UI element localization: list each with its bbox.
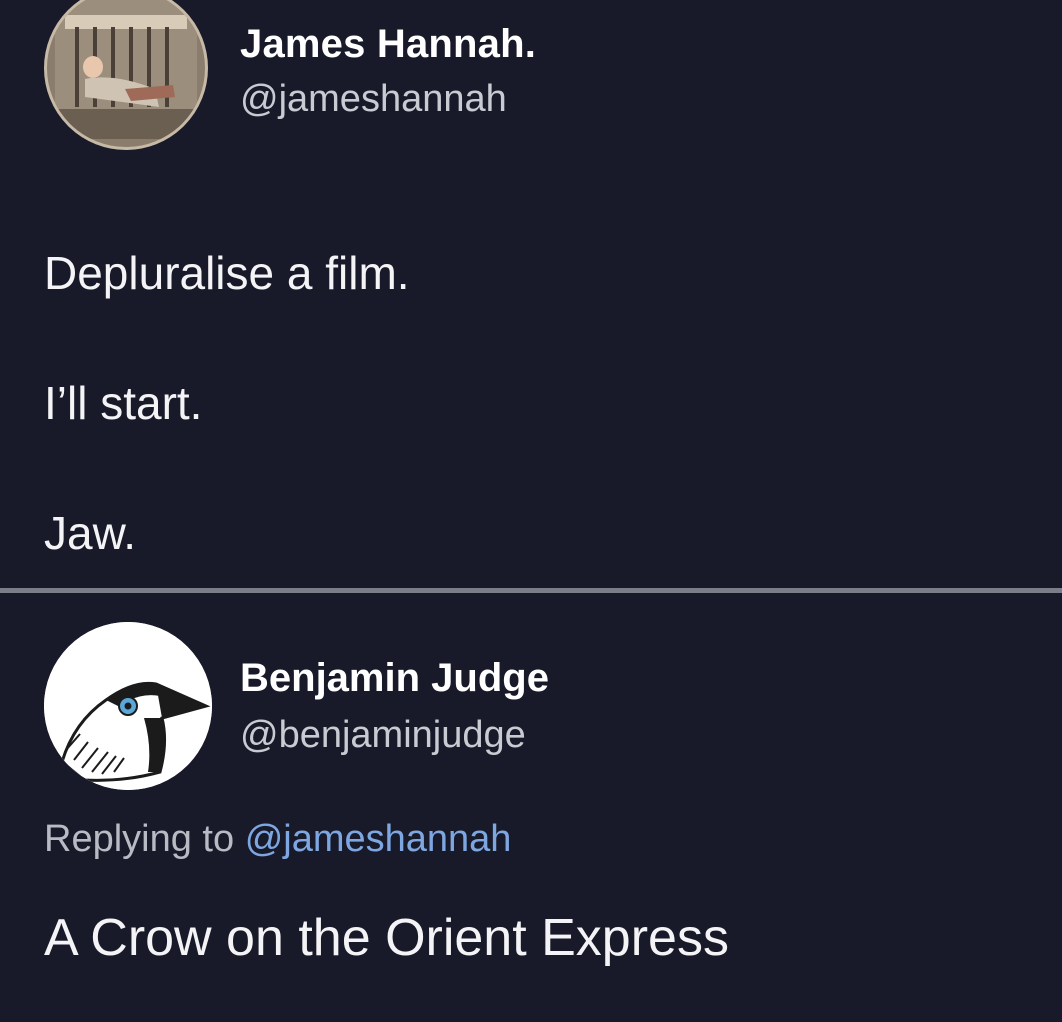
- display-name[interactable]: James Hannah.: [240, 22, 536, 67]
- replying-to-handle-link[interactable]: @jameshannah: [245, 818, 512, 860]
- tweet-divider: [0, 588, 1062, 593]
- avatar-photo: [55, 0, 197, 139]
- original-tweet: James Hannah. @jameshannah Depluralise a…: [0, 0, 1062, 588]
- tweet-text-line: Jaw.: [44, 507, 137, 559]
- replying-to-label: Replying to: [44, 818, 235, 860]
- display-name[interactable]: Benjamin Judge: [240, 656, 549, 701]
- crow-icon: [44, 622, 212, 790]
- tweet-text-line: I’ll start.: [44, 377, 203, 429]
- tweet-text-line: Depluralise a film.: [44, 247, 410, 299]
- profile-avatar[interactable]: [44, 622, 212, 790]
- profile-avatar[interactable]: [44, 0, 208, 150]
- user-handle[interactable]: @jameshannah: [240, 78, 507, 121]
- tweet-thread: James Hannah. @jameshannah Depluralise a…: [0, 0, 1062, 1022]
- replying-to: Replying to @jameshannah: [44, 818, 511, 861]
- reply-tweet-text: A Crow on the Orient Express: [44, 909, 729, 967]
- user-handle[interactable]: @benjaminjudge: [240, 714, 526, 757]
